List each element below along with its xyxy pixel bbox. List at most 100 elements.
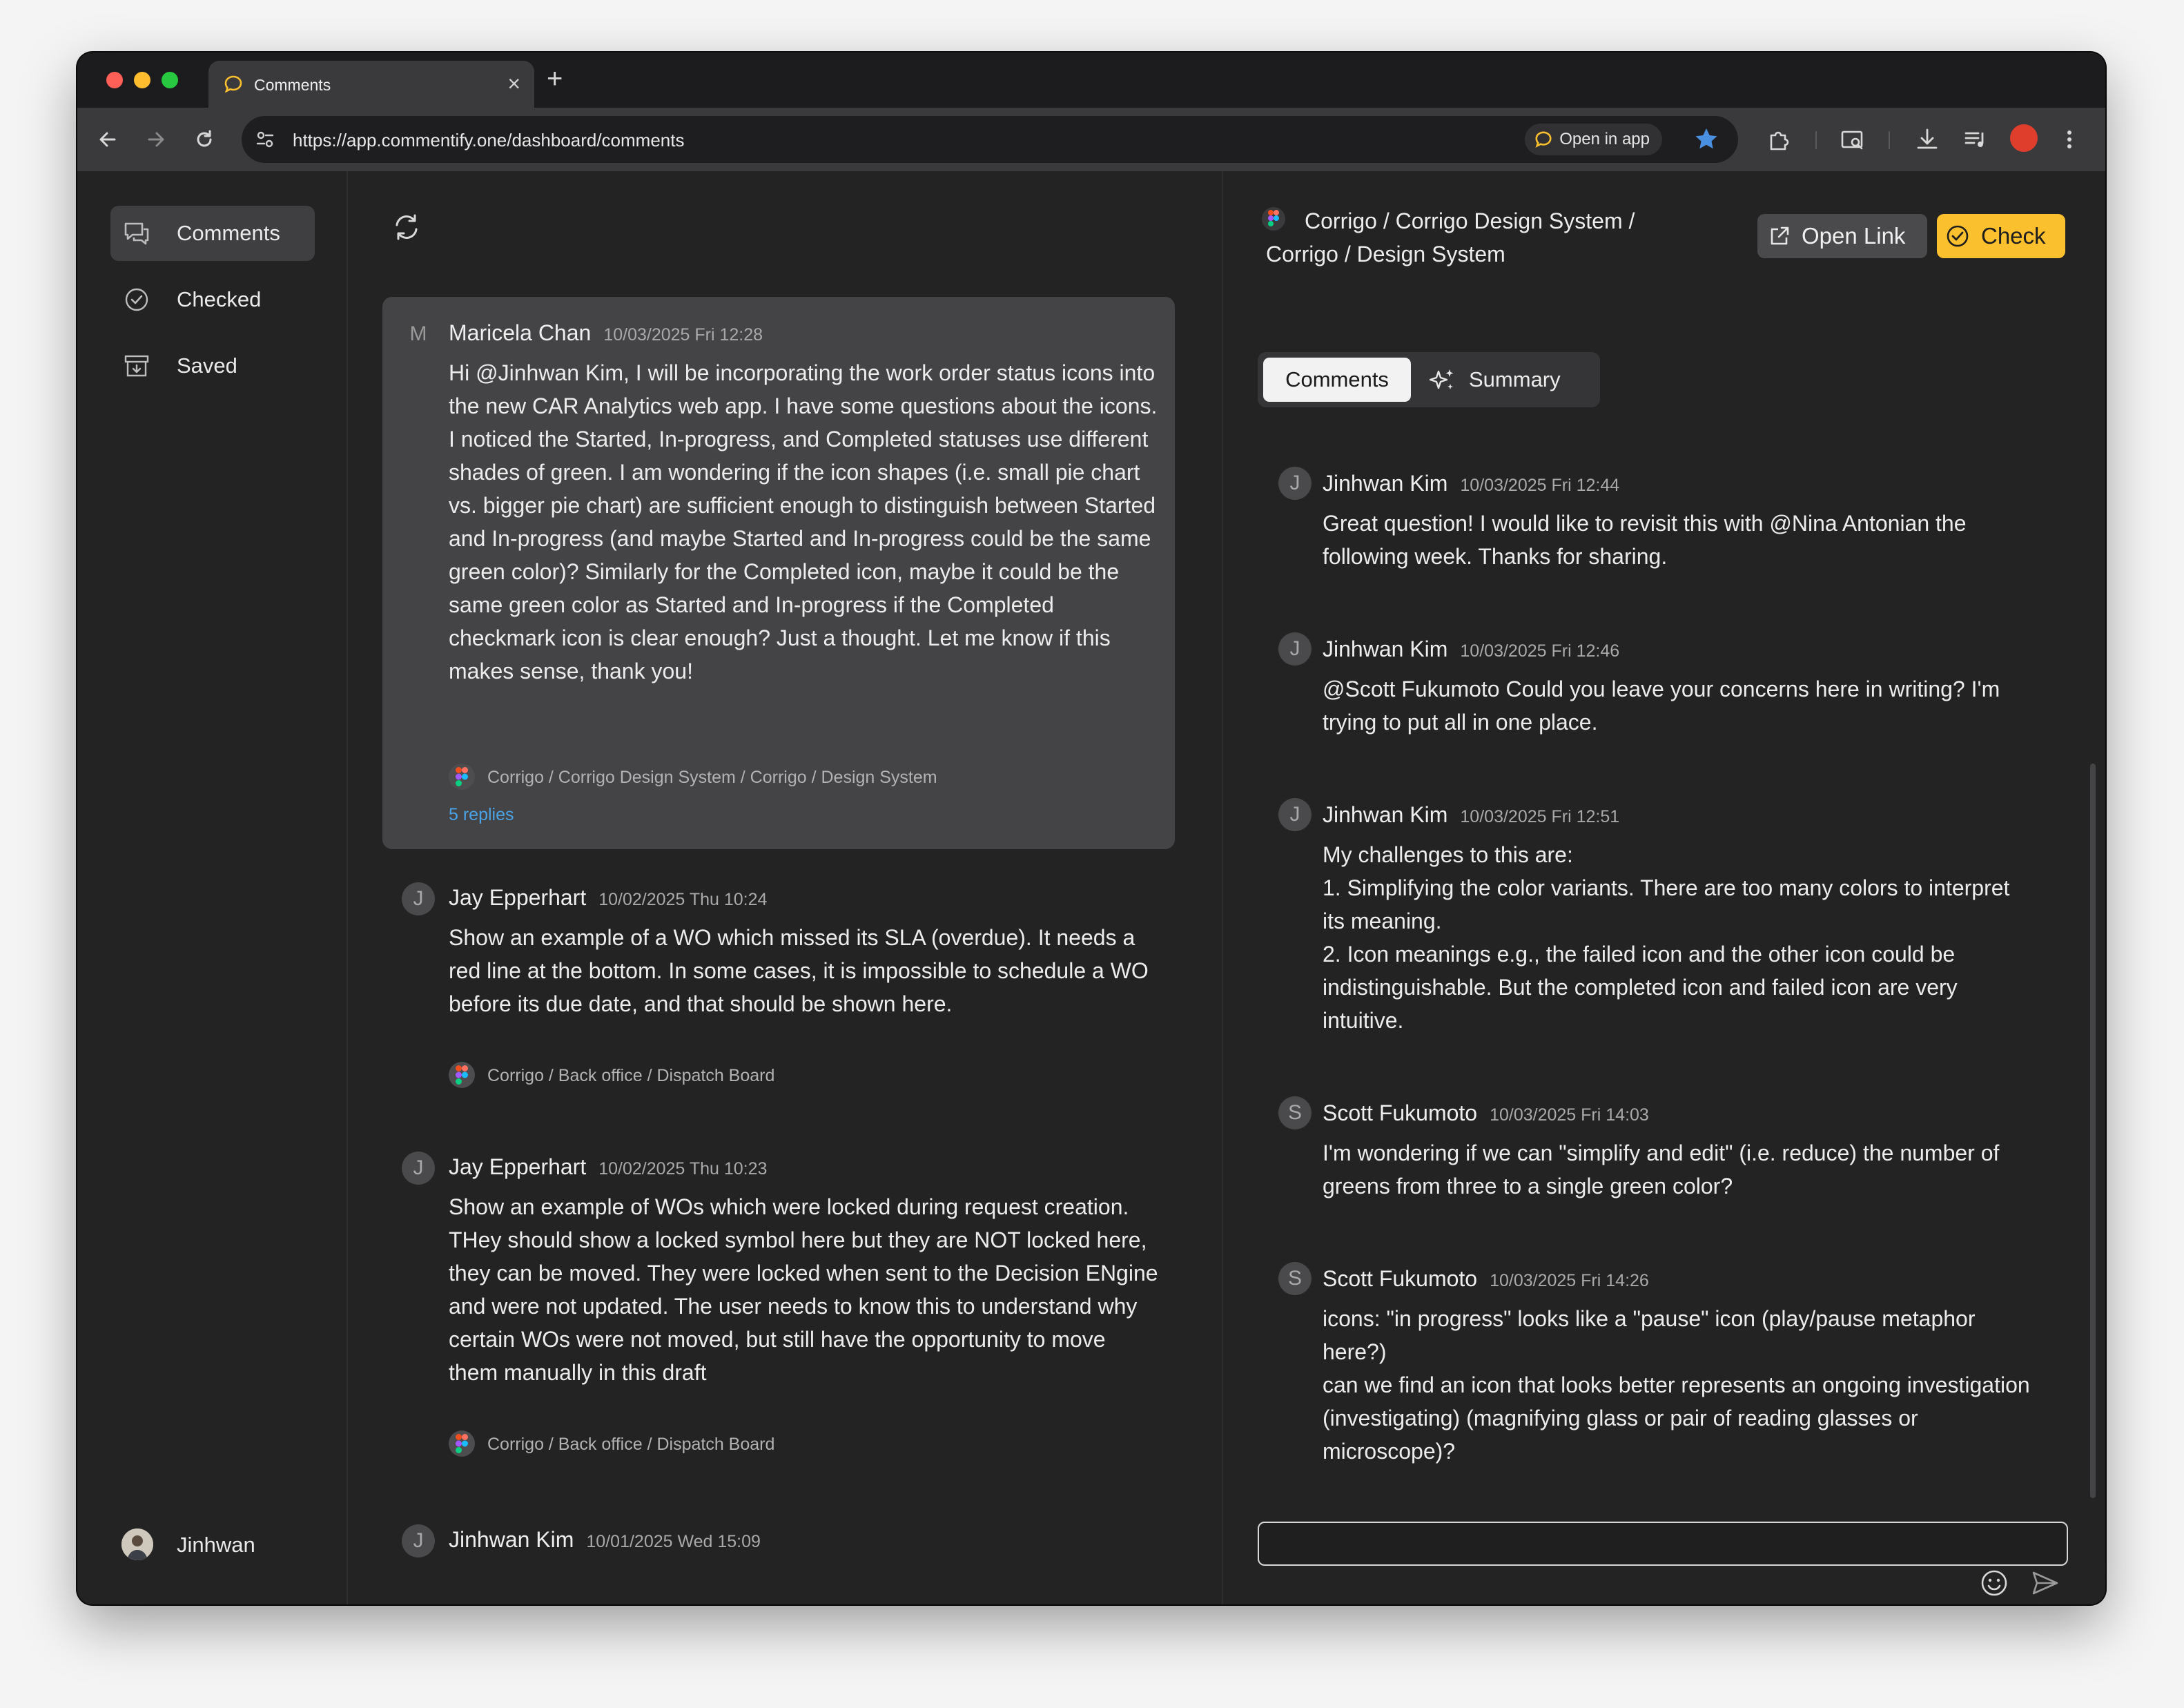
comment-card[interactable]: J Jay Epperhart 10/02/2025 Thu 10:24 Show… — [382, 862, 1175, 1110]
file-path-text: Corrigo / Corrigo Design System / Corrig… — [487, 768, 937, 787]
author-name: Jinhwan Kim — [1323, 637, 1448, 661]
tab-close-button[interactable]: × — [507, 72, 520, 95]
reply-author: Jinhwan Kim 10/03/2025 Fri 12:44 — [1323, 471, 1619, 496]
author-initial: J — [1278, 467, 1312, 500]
open-link-button[interactable]: Open Link — [1757, 214, 1927, 258]
minimize-window-button[interactable] — [134, 72, 150, 88]
avatar — [121, 1529, 153, 1560]
download-icon[interactable] — [1913, 126, 1941, 153]
close-window-button[interactable] — [106, 72, 123, 88]
reply-timestamp: 10/03/2025 Fri 14:26 — [1490, 1271, 1649, 1290]
reply-thread: J Jinhwan Kim 10/03/2025 Fri 12:44 Great … — [1223, 434, 2105, 1469]
author-name: Scott Fukumoto — [1323, 1266, 1478, 1291]
url-text[interactable]: https://app.commentify.one/dashboard/com… — [293, 130, 684, 151]
replies-link[interactable]: 5 replies — [449, 805, 514, 825]
comment-author: Maricela Chan 10/03/2025 Fri 12:28 — [449, 320, 763, 346]
sparkles-icon — [1429, 369, 1454, 389]
tab-summary[interactable]: Summary — [1425, 358, 1595, 402]
open-in-app-button[interactable]: Open in app — [1525, 124, 1662, 155]
reply-author: Jinhwan Kim 10/03/2025 Fri 12:46 — [1323, 637, 1619, 662]
profile-avatar[interactable] — [2010, 124, 2038, 152]
maximize-window-button[interactable] — [162, 72, 178, 88]
comment-author: Jinhwan Kim 10/01/2025 Wed 15:09 — [449, 1527, 761, 1553]
media-queue-icon[interactable] — [1962, 126, 1989, 153]
sidebar-item-label: Comments — [177, 221, 280, 245]
more-menu-icon[interactable] — [2056, 126, 2083, 153]
reply-body: I'm wondering if we can "simplify and ed… — [1323, 1141, 2000, 1198]
reply-author: Jinhwan Kim 10/03/2025 Fri 12:51 — [1323, 802, 1619, 828]
app-root: Comments Checked Saved Jinhwan M Maricel… — [77, 171, 2105, 1604]
toolbar-divider — [1815, 131, 1817, 149]
back-arrow-icon[interactable] — [95, 127, 120, 152]
check-label: Check — [1981, 223, 2046, 249]
comment-paragraph: Hi @Jinhwan Kim, I will be incorporating… — [449, 360, 1158, 418]
check-button[interactable]: Check — [1937, 214, 2065, 258]
reply-body: My challenges to this are: 1. Simplifyin… — [1323, 838, 2038, 1037]
comment-card[interactable]: J Jinhwan Kim 10/01/2025 Wed 15:09 — [382, 1504, 1175, 1586]
check-circle-icon — [125, 288, 148, 311]
thread-scrollbar[interactable] — [2090, 764, 2096, 1498]
figma-icon — [449, 1062, 475, 1088]
tab-title: Comments — [254, 76, 331, 94]
tab-summary-label: Summary — [1469, 367, 1561, 391]
comment-body: Hi @Jinhwan Kim, I will be incorporating… — [449, 356, 1160, 688]
reply-timestamp: 10/03/2025 Fri 12:46 — [1460, 641, 1620, 661]
reply-body: Great question! I would like to revisit … — [1323, 511, 1967, 569]
tab-comments[interactable]: Comments — [1263, 358, 1411, 402]
comment-timestamp: 10/02/2025 Thu 10:24 — [598, 890, 768, 909]
site-settings-icon[interactable] — [254, 128, 276, 151]
reply-line: My challenges to this are: — [1323, 842, 1573, 867]
reply-body: @Scott Fukumoto Could you leave your con… — [1323, 677, 2000, 735]
reply-body: icons: "in progress" looks like a "pause… — [1323, 1302, 2038, 1468]
bookmark-star-icon[interactable] — [1693, 126, 1720, 153]
reply-timestamp: 10/03/2025 Fri 14:03 — [1490, 1105, 1649, 1125]
user-name: Jinhwan — [177, 1533, 255, 1557]
forward-arrow-icon[interactable] — [144, 127, 168, 152]
check-circle-icon — [1947, 225, 1969, 247]
comment-paragraph: I noticed the Started, In-progress, and … — [449, 427, 1156, 683]
author-initial: M — [409, 322, 427, 345]
comment-body: Show an example of WOs which were locked… — [449, 1194, 1158, 1385]
emoji-icon[interactable] — [1980, 1569, 2009, 1598]
open-in-app-label: Open in app — [1559, 130, 1650, 148]
author-initial: J — [1278, 632, 1312, 666]
reply-input[interactable] — [1258, 1522, 2068, 1566]
comment-card[interactable]: M Maricela Chan 10/03/2025 Fri 12:28 Hi @… — [382, 297, 1175, 849]
reload-icon[interactable] — [192, 127, 217, 152]
detail-file-path[interactable]: Corrigo / Corrigo Design System / Corrig… — [1266, 204, 1708, 271]
address-bar[interactable]: https://app.commentify.one/dashboard/com… — [242, 116, 1738, 163]
figma-icon — [449, 764, 475, 790]
sidebar-item-comments[interactable]: Comments — [110, 206, 315, 261]
comment-card[interactable]: J Jay Epperhart 10/02/2025 Thu 10:23 Show… — [382, 1131, 1175, 1462]
external-link-icon — [1771, 226, 1789, 245]
reply-timestamp: 10/03/2025 Fri 12:44 — [1460, 476, 1620, 495]
sidebar-item-checked[interactable]: Checked — [110, 272, 315, 327]
comment-timestamp: 10/03/2025 Fri 12:28 — [603, 325, 763, 344]
comment-detail-panel: Corrigo / Corrigo Design System / Corrig… — [1223, 171, 2105, 1604]
comment-bubble-icon — [1535, 131, 1552, 148]
extensions-icon[interactable] — [1766, 126, 1793, 153]
open-link-label: Open Link — [1802, 223, 1906, 249]
comments-icon — [124, 222, 149, 245]
author-initial: J — [402, 882, 435, 915]
cast-search-icon[interactable] — [1839, 126, 1866, 153]
browser-tab[interactable]: Comments × — [208, 61, 534, 108]
figma-icon — [449, 1430, 475, 1457]
comment-bubble-icon — [224, 75, 242, 93]
archive-icon — [124, 355, 149, 377]
browser-toolbar: https://app.commentify.one/dashboard/com… — [77, 108, 2105, 173]
detail-tabs: Comments Summary — [1258, 352, 1600, 407]
comment-timestamp: 10/02/2025 Thu 10:23 — [598, 1159, 768, 1178]
comment-feed: M Maricela Chan 10/03/2025 Fri 12:28 Hi @… — [348, 171, 1223, 1604]
author-name: Jay Epperhart — [449, 885, 587, 910]
file-path-text: Corrigo / Back office / Dispatch Board — [487, 1066, 775, 1085]
refresh-icon[interactable] — [391, 211, 422, 243]
reply-timestamp: 10/03/2025 Fri 12:51 — [1460, 807, 1620, 826]
author-name: Scott Fukumoto — [1323, 1100, 1478, 1125]
reply-line: 2. Icon meanings e.g., the failed icon a… — [1323, 942, 1958, 1033]
sidebar-item-saved[interactable]: Saved — [110, 338, 315, 394]
comment-author: Jay Epperhart 10/02/2025 Thu 10:23 — [449, 1154, 767, 1180]
author-initial: J — [402, 1524, 435, 1557]
send-icon[interactable] — [2029, 1567, 2061, 1599]
new-tab-button[interactable]: + — [547, 62, 563, 95]
